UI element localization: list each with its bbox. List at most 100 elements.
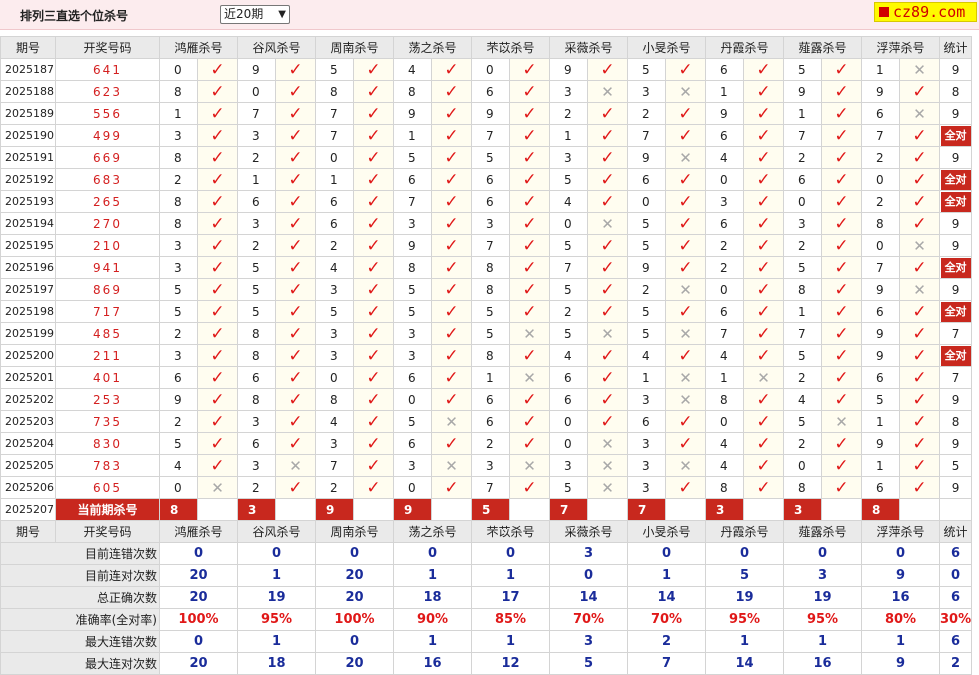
result-ok: ✓ bbox=[665, 58, 706, 81]
check-icon: ✓ bbox=[756, 477, 771, 498]
result-ok: ✓ bbox=[899, 146, 940, 169]
cross-icon: ✕ bbox=[601, 434, 614, 453]
result-ok: ✓ bbox=[275, 256, 316, 279]
current-kill-number: 8 bbox=[159, 498, 198, 521]
result-ok: ✓ bbox=[509, 190, 550, 213]
stat-value: 0 bbox=[627, 542, 706, 565]
stat-label: 目前连对次数 bbox=[0, 564, 160, 587]
result-ok: ✓ bbox=[431, 146, 472, 169]
result-ok: ✓ bbox=[431, 256, 472, 279]
result-ok: ✓ bbox=[353, 80, 394, 103]
check-icon: ✓ bbox=[366, 103, 381, 124]
check-icon: ✓ bbox=[522, 169, 537, 190]
kill-number: 0 bbox=[549, 432, 588, 455]
table-row: 2025198 717 5 ✓ 5 ✓ 5 ✓ 5 ✓ 5 ✓ 2 ✓ 5 ✓ 6 ✓ 1 ✓ 6 ✓ 全对 bbox=[0, 300, 973, 323]
check-icon: ✓ bbox=[600, 367, 615, 388]
kill-number: 2 bbox=[861, 146, 900, 169]
total-count: 9 bbox=[951, 106, 960, 121]
kill-number: 8 bbox=[783, 476, 822, 499]
kill-number: 0 bbox=[237, 80, 276, 103]
result-ok: ✓ bbox=[197, 410, 238, 433]
result-wrong: ✕ bbox=[665, 322, 706, 345]
result-ok: ✓ bbox=[587, 168, 628, 191]
result-ok: ✓ bbox=[587, 300, 628, 323]
range-select[interactable]: 近20期 ▼ bbox=[220, 5, 290, 24]
result-ok: ✓ bbox=[821, 80, 862, 103]
check-icon: ✓ bbox=[366, 301, 381, 322]
check-icon: ✓ bbox=[912, 147, 927, 168]
cross-icon: ✕ bbox=[679, 280, 692, 299]
kill-number: 5 bbox=[627, 234, 666, 257]
result-ok: ✓ bbox=[743, 124, 784, 147]
stat-value: 16 bbox=[783, 652, 862, 675]
result-ok: ✓ bbox=[197, 58, 238, 81]
total-count: 9 bbox=[951, 216, 960, 231]
result-ok: ✓ bbox=[821, 212, 862, 235]
kill-number: 8 bbox=[393, 256, 432, 279]
column-header: 丹霞杀号 bbox=[705, 520, 784, 543]
check-icon: ✓ bbox=[444, 389, 459, 410]
check-icon: ✓ bbox=[522, 213, 537, 234]
result-ok: ✓ bbox=[509, 344, 550, 367]
check-icon: ✓ bbox=[678, 433, 693, 454]
result-ok: ✓ bbox=[899, 432, 940, 455]
stat-value: 20 bbox=[159, 564, 238, 587]
check-icon: ✓ bbox=[210, 345, 225, 366]
kill-number: 6 bbox=[237, 432, 276, 455]
kill-number: 3 bbox=[627, 476, 666, 499]
brand-logo[interactable]: cz89.com bbox=[874, 2, 977, 22]
check-icon: ✓ bbox=[600, 147, 615, 168]
kill-number: 5 bbox=[627, 300, 666, 323]
row-total: 全对 bbox=[938, 124, 973, 147]
check-icon: ✓ bbox=[210, 433, 225, 454]
result-wrong: ✕ bbox=[197, 476, 238, 499]
table-row: 2025197 869 5 ✓ 5 ✓ 3 ✓ 5 ✓ 8 ✓ 5 ✓ 2 ✕ 0 ✓ 8 ✓ 9 ✕ 9 bbox=[0, 278, 973, 301]
kill-number: 0 bbox=[783, 454, 822, 477]
check-icon: ✓ bbox=[366, 235, 381, 256]
kill-number: 5 bbox=[159, 278, 198, 301]
brand-text: cz89.com bbox=[893, 3, 966, 21]
kill-number: 5 bbox=[627, 212, 666, 235]
check-icon: ✓ bbox=[912, 323, 927, 344]
stat-value: 100% bbox=[159, 608, 238, 631]
stat-value: 100% bbox=[315, 608, 394, 631]
stat-value: 1 bbox=[393, 564, 472, 587]
table-row: 2025196 941 3 ✓ 5 ✓ 4 ✓ 8 ✓ 8 ✓ 7 ✓ 9 ✓ 2 ✓ 5 ✓ 7 ✓ 全对 bbox=[0, 256, 973, 279]
result-ok: ✓ bbox=[743, 278, 784, 301]
result-ok: ✓ bbox=[509, 58, 550, 81]
cross-icon: ✕ bbox=[523, 324, 536, 343]
stat-value: 95% bbox=[237, 608, 316, 631]
kill-number: 5 bbox=[315, 300, 354, 323]
column-header: 统计 bbox=[938, 36, 973, 59]
kill-number: 6 bbox=[549, 366, 588, 389]
draw-number: 941 bbox=[55, 256, 160, 279]
check-icon: ✓ bbox=[288, 323, 303, 344]
result-ok: ✓ bbox=[353, 388, 394, 411]
kill-number: 0 bbox=[861, 234, 900, 257]
kill-number: 1 bbox=[705, 80, 744, 103]
stat-value: 9 bbox=[861, 652, 940, 675]
kill-number: 9 bbox=[471, 102, 510, 125]
stat-value: 18 bbox=[393, 586, 472, 609]
kill-number: 2 bbox=[159, 168, 198, 191]
cross-icon: ✕ bbox=[445, 456, 458, 475]
stat-value: 19 bbox=[237, 586, 316, 609]
kill-number: 5 bbox=[237, 300, 276, 323]
draw-number: 485 bbox=[55, 322, 160, 345]
kill-number: 1 bbox=[861, 58, 900, 81]
stat-value: 1 bbox=[627, 564, 706, 587]
check-icon: ✓ bbox=[756, 279, 771, 300]
check-icon: ✓ bbox=[522, 191, 537, 212]
kill-number: 1 bbox=[159, 102, 198, 125]
table-row: 2025193 265 8 ✓ 6 ✓ 6 ✓ 7 ✓ 6 ✓ 4 ✓ 0 ✓ 3 ✓ 0 ✓ 2 ✓ 全对 bbox=[0, 190, 973, 213]
cross-icon: ✕ bbox=[913, 280, 926, 299]
draw-number: 869 bbox=[55, 278, 160, 301]
column-header: 周南杀号 bbox=[315, 36, 394, 59]
result-ok: ✓ bbox=[665, 234, 706, 257]
kill-number: 9 bbox=[861, 432, 900, 455]
cross-icon: ✕ bbox=[679, 148, 692, 167]
column-header: 浮萍杀号 bbox=[861, 36, 940, 59]
row-total: 9 bbox=[938, 476, 973, 499]
kill-number: 3 bbox=[627, 454, 666, 477]
header-row: 期号 开奖号码 鸿雁杀号 谷风杀号 周南杀号 荡之杀号 芣苡杀号 采薇杀号 小旻杀号 丹霞杀号 薤露… bbox=[0, 520, 973, 543]
